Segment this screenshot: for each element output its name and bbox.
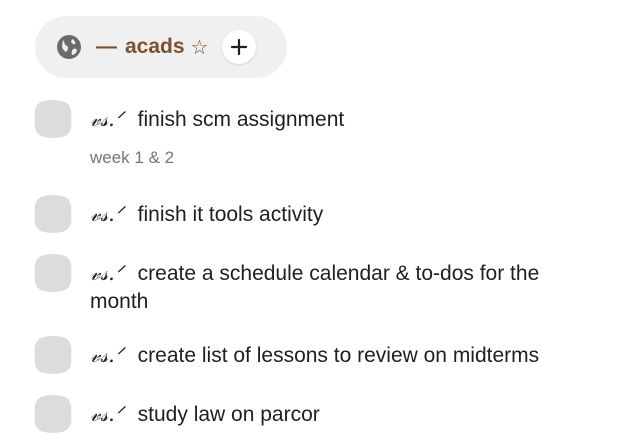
title-dash: — <box>96 35 117 58</box>
collection-title[interactable]: acads <box>125 35 185 59</box>
task-text: create a schedule calendar & to-dos for … <box>137 262 540 285</box>
star-icon[interactable]: ☆ <box>191 35 209 60</box>
task-checkbox[interactable] <box>33 336 73 374</box>
add-button[interactable] <box>222 30 257 64</box>
collection-header: — acads ☆ <box>35 16 287 78</box>
task-prefix: 𝓋𝓈.ᐟ <box>90 402 124 426</box>
task-text: finish it tools activity <box>137 203 324 226</box>
task-checkbox[interactable] <box>33 395 73 433</box>
task-checkbox[interactable] <box>33 195 73 233</box>
task-text: create list of lessons to review on midt… <box>137 344 540 367</box>
task-label: 𝓋𝓈.ᐟ finish it tools activity <box>90 199 323 230</box>
plus-icon <box>231 38 248 56</box>
task-text: finish scm assignment <box>137 108 345 131</box>
task-text: study law on parcor <box>137 403 320 426</box>
globe-icon[interactable] <box>56 34 82 60</box>
subtask-note: week 1 & 2 <box>90 148 175 167</box>
task-label: 𝓋𝓈.ᐟ study law on parcor <box>90 399 320 430</box>
task-prefix: 𝓋𝓈.ᐟ <box>90 202 124 226</box>
task-label: 𝓋𝓈.ᐟ create a schedule calendar & to-dos … <box>90 258 539 289</box>
task-prefix: 𝓋𝓈.ᐟ <box>90 261 124 285</box>
task-prefix: 𝓋𝓈.ᐟ <box>90 107 124 131</box>
task-label: 𝓋𝓈.ᐟ create list of lessons to review on … <box>90 340 539 371</box>
task-checkbox[interactable] <box>33 254 73 292</box>
task-checkbox[interactable] <box>33 100 73 138</box>
task-label: 𝓋𝓈.ᐟ finish scm assignment <box>90 104 344 135</box>
task-prefix: 𝓋𝓈.ᐟ <box>90 343 124 367</box>
task-text-continued: month <box>90 290 149 313</box>
